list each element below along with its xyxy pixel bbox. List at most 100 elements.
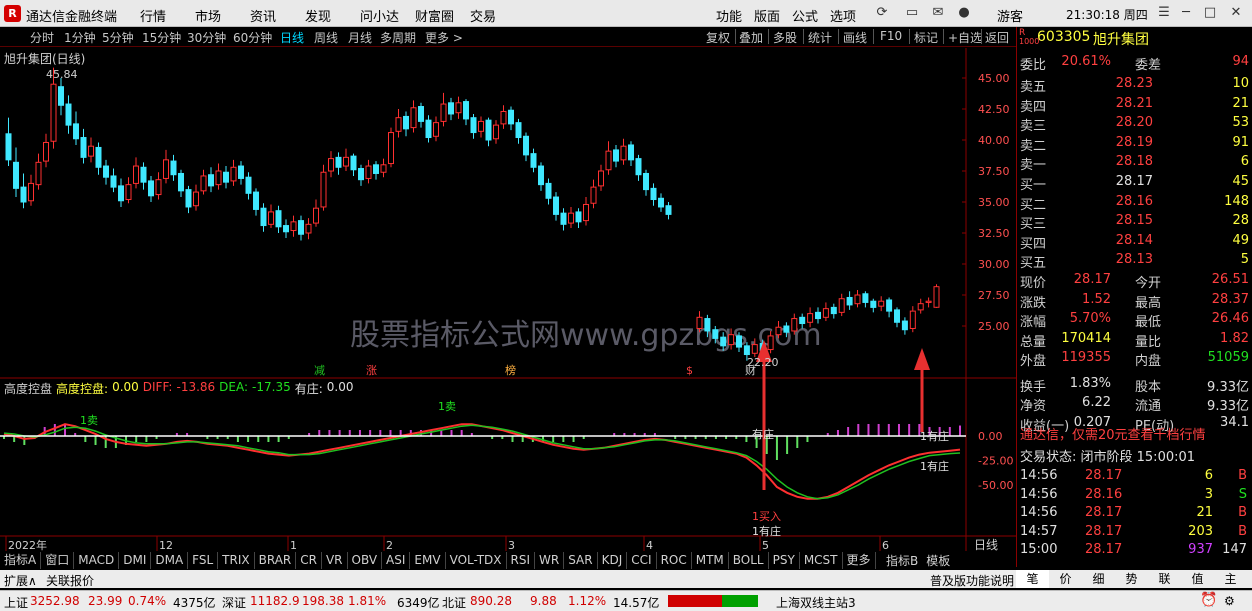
indicator-tab[interactable]: VR (322, 552, 348, 569)
tab-indicator-b[interactable]: 指标B (882, 552, 922, 569)
indicator-tab[interactable]: MACD (74, 552, 120, 569)
candle-down (463, 101, 469, 120)
quote-label: 净资 (1020, 399, 1047, 414)
indicator-tab[interactable]: ASI (382, 552, 411, 569)
indicator-tab[interactable]: 更多 (843, 552, 876, 569)
level-volume: 53 (1232, 115, 1249, 130)
level-volume: 6 (1240, 154, 1249, 169)
price-tick-label: 42.50 (978, 103, 1010, 116)
panel-tab[interactable]: 价 (1049, 570, 1082, 588)
indicator-tab[interactable]: PSY (769, 552, 800, 569)
candle-up (193, 191, 199, 207)
candle-down (650, 187, 657, 201)
level-volume: 91 (1232, 134, 1249, 150)
ask-level[interactable]: 卖五 28.23 10 (1017, 75, 1252, 95)
candle-up (696, 316, 703, 329)
indicator-tab[interactable]: ROC (657, 552, 692, 569)
candle-up (838, 298, 845, 313)
tick-side: B (1238, 523, 1247, 539)
bid-level[interactable]: 买五 28.13 5 (1017, 251, 1252, 271)
bid-level[interactable]: 买四 28.14 49 (1017, 232, 1252, 252)
ask-level[interactable]: 卖二 28.19 91 (1017, 134, 1252, 154)
tab-template[interactable]: 模板 (922, 552, 954, 569)
indicator-tab[interactable]: FSL (188, 552, 219, 569)
indicator-tab[interactable]: VOL-TDX (446, 552, 507, 569)
marker-rise: 涨 (366, 364, 377, 377)
indicator-tab[interactable]: WR (535, 552, 565, 569)
indicator-tab[interactable]: RSI (507, 552, 536, 569)
tick-time: 14:57 (1020, 523, 1058, 539)
candle-down (862, 293, 869, 303)
candle-up (125, 184, 132, 201)
ask-level[interactable]: 卖三 28.20 53 (1017, 114, 1252, 134)
indicator-tab[interactable]: CCI (627, 552, 657, 569)
menu-icon[interactable]: ☰ (1154, 3, 1174, 23)
ask-level[interactable]: 卖一 28.18 6 (1017, 153, 1252, 173)
candle-down (613, 149, 619, 162)
tick-price: 28.17 (1085, 468, 1123, 483)
panel-tab[interactable]: 势 (1115, 570, 1148, 588)
tick-price: 28.17 (1085, 523, 1123, 539)
ext-tab-related[interactable]: 关联报价 (46, 572, 94, 589)
indicator-tab[interactable]: SAR (564, 552, 598, 569)
panel-tab[interactable]: 主 (1214, 570, 1247, 588)
indicator-tab[interactable]: BRAR (255, 552, 297, 569)
ext-help[interactable]: 普及版功能说明 (930, 572, 1014, 589)
candle-down (743, 345, 750, 356)
level-volume: 21 (1232, 95, 1249, 111)
indicator-tab[interactable]: MTM (692, 552, 729, 569)
ind-label-have: 有庄 (752, 427, 774, 441)
indicator-tab[interactable]: DMI (119, 552, 152, 569)
tab-right-group: 指标B 模板 (882, 552, 954, 569)
bid-level[interactable]: 买一 28.17 45 (1017, 173, 1252, 193)
candle-down (298, 220, 304, 235)
candle-down (223, 171, 229, 183)
indicator-tab[interactable]: 指标A (0, 552, 42, 569)
quote-value: 5.70% (1069, 311, 1111, 326)
tick-side: S (1238, 486, 1247, 502)
bid-level[interactable]: 买三 28.15 28 (1017, 212, 1252, 232)
quote-row: 现价 28.17 今开 26.51 (1017, 271, 1252, 291)
level-label: 卖一 (1020, 158, 1047, 173)
candle-down (238, 165, 244, 179)
bid-level[interactable]: 买二 28.16 148 (1017, 193, 1252, 213)
settings-icon[interactable]: ⚙ (1224, 594, 1235, 608)
candle-up (43, 141, 49, 162)
indicator-tab[interactable]: EMV (410, 552, 446, 569)
indicator-tab[interactable]: OBV (348, 552, 383, 569)
tick-price: 28.17 (1085, 505, 1123, 520)
panel-tab[interactable]: 联 (1148, 570, 1181, 588)
tick-volume: 203 (1188, 523, 1213, 539)
indicator-name[interactable]: 高度控盘 (4, 380, 52, 397)
promo-banner[interactable]: 通达信，仅需20元查看千档行情 (1017, 424, 1252, 444)
indicator-tab[interactable]: KDJ (598, 552, 628, 569)
indicator-tab[interactable]: DMA (151, 552, 189, 569)
ask-level[interactable]: 卖四 28.21 21 (1017, 95, 1252, 115)
panel-tab[interactable]: 值 (1181, 570, 1214, 588)
indicator-tab[interactable]: TRIX (218, 552, 255, 569)
panel-tab[interactable]: 笔 (1016, 570, 1049, 588)
candle-down (13, 161, 19, 189)
bz-label: 北证 (442, 596, 467, 610)
candle-down (208, 174, 214, 187)
minimize-icon[interactable]: ─ (1176, 3, 1196, 23)
indicator-tab[interactable]: MCST (800, 552, 843, 569)
candle-down (20, 186, 27, 203)
maximize-icon[interactable]: □ (1200, 3, 1220, 23)
quote-label: 涨幅 (1020, 315, 1047, 330)
weicha-label: 委差 (1135, 58, 1162, 73)
alert-icon[interactable]: ⏰ (1200, 592, 1217, 608)
close-icon[interactable]: ✕ (1226, 3, 1246, 23)
arrow-head-2 (914, 348, 930, 370)
tick-row: 15:00 28.17 937 147 (1017, 541, 1252, 560)
tick-side: B (1238, 505, 1247, 520)
indicator-tab[interactable]: 窗口 (41, 552, 75, 569)
indicator-tab[interactable]: CR (296, 552, 322, 569)
candle-down (73, 123, 79, 140)
panel-tab[interactable]: 细 (1082, 570, 1115, 588)
tick-time: 15:00 (1020, 542, 1058, 557)
kline-chart[interactable]: 股票指标公式网www.gpzbgs.com 45.0042.5040.0037.… (0, 0, 1016, 551)
quote-value: 6.22 (1082, 395, 1111, 410)
indicator-tab[interactable]: BOLL (729, 552, 769, 569)
ext-tab-expand[interactable]: 扩展∧ (4, 572, 37, 589)
